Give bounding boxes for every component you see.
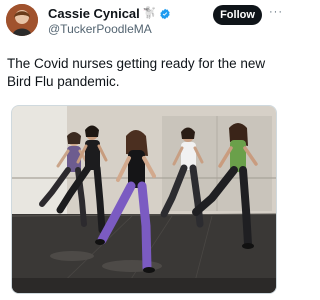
dance-class-photo bbox=[12, 106, 276, 293]
tweet-media-image[interactable] bbox=[11, 105, 277, 294]
tweet-text: The Covid nurses getting ready for the n… bbox=[7, 56, 266, 89]
author-handle[interactable]: @TuckerPoodleMA bbox=[48, 22, 152, 36]
follow-button[interactable]: Follow bbox=[213, 5, 262, 25]
verified-badge-icon bbox=[160, 8, 171, 19]
avatar[interactable] bbox=[6, 4, 38, 36]
poodle-emoji: 🐩 bbox=[142, 7, 157, 19]
tweet-card: Cassie Cynical 🐩 @TuckerPoodleMA Follow … bbox=[0, 0, 290, 300]
author-name[interactable]: Cassie Cynical bbox=[48, 6, 140, 21]
more-options-icon[interactable]: ··· bbox=[269, 6, 283, 18]
author-name-row: Cassie Cynical 🐩 bbox=[48, 6, 171, 21]
